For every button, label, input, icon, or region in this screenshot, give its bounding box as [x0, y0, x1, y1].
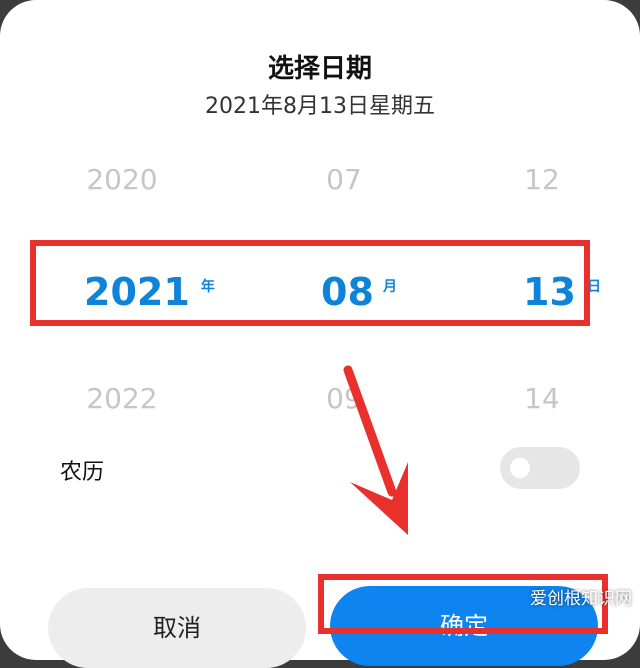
- annotation-arrow: [343, 365, 408, 535]
- watermark-text: 爱创根知识网: [530, 589, 632, 609]
- date-picker-dialog: 选择日期 2021年8月13日星期五 2020 2021 年 2022 07 0…: [0, 0, 640, 668]
